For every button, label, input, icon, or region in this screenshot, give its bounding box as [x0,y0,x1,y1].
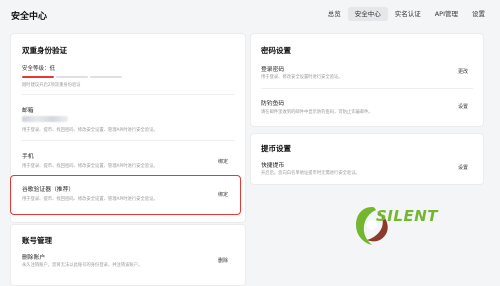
account-title: 账号管理 [22,236,52,245]
top-header: 安全中心 总览 安全中心 实名认证 API管理 设置 [0,0,500,30]
two-factor-title: 双重身份验证 [22,46,67,55]
login-password-desc: 用于登录、修改安全设置时进行安全验证。 [261,75,343,80]
delete-account-desc: 永久注销账户，您将无法以此账号的身份登录，并注销该账户。 [22,263,143,268]
email-title: 邮箱 [22,108,34,114]
phone-title: 手机 [22,154,34,160]
fast-withdraw-title: 快捷提币 [261,163,285,169]
set-fast-withdraw-button[interactable]: 设置 [458,164,468,171]
page-title: 安全中心 [11,12,48,22]
google-authenticator-highlight [10,175,241,215]
login-password-title: 登录密码 [261,67,285,73]
security-hint: 刚时建议开启2项双重身份验证 [22,83,81,88]
nav-overview[interactable]: 总览 [321,7,348,21]
password-card: 密码设置 登录密码 用于登录、修改安全设置时进行安全验证。 更改 防钓鱼码 请在… [250,33,484,127]
nav-settings[interactable]: 设置 [465,7,492,21]
fast-withdraw-desc: 开启后，您向白名单地址提币时无需进行安全验证。 [261,171,360,176]
email-value-redacted [22,116,68,122]
delete-account-title: 删除账户 [22,255,46,261]
withdraw-title: 提币设置 [261,144,291,153]
account-card: 账号管理 删除账户 永久注销账户，您将无法以此账号的身份登录，并注销该账户。 删… [10,224,246,286]
bind-phone-button[interactable]: 绑定 [218,158,228,165]
security-level-value: 低 [49,66,56,72]
password-title: 密码设置 [261,46,291,55]
divider [22,94,234,95]
email-desc: 用于登录、提币、找回密码、修改安全设置、管理API时进行安全验证。 [22,128,158,133]
divider [261,88,473,89]
anti-phishing-desc: 请在邮件里收到的邮件中显示防钓鱼码，可防止诈骗邮件。 [261,110,373,115]
nav-verification[interactable]: 实名认证 [388,7,428,21]
security-level-bar-1 [22,76,54,78]
change-login-password-button[interactable]: 更改 [458,68,468,75]
anti-phishing-title: 防钓鱼码 [261,101,285,107]
set-anti-phishing-button[interactable]: 设置 [458,103,468,110]
nav-api-management[interactable]: API管理 [428,7,465,21]
delete-account-button[interactable]: 删除 [218,257,228,264]
silent-watermark-text: SILENT [376,207,438,225]
nav-security-center[interactable]: 安全中心 [347,7,388,21]
phone-desc: 用于登录、提币、找回密码、修改安全设置、管理API时进行安全验证。 [22,164,158,169]
security-level-label: 安全等级：低 [22,66,56,72]
divider [22,140,234,141]
security-level-bar-3 [90,76,122,78]
top-nav: 总览 安全中心 实名认证 API管理 设置 [321,7,492,21]
withdraw-card: 提币设置 快捷提币 开启后，您向白名单地址提币时无需进行安全验证。 设置 [250,133,484,185]
security-level-bar-2 [56,76,88,78]
